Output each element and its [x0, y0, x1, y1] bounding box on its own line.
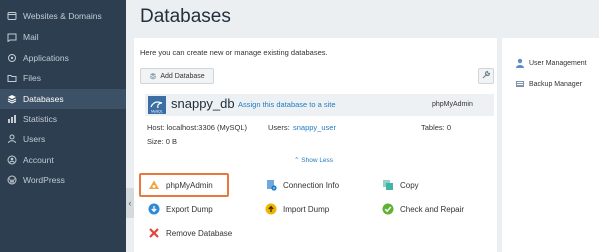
check-repair-action[interactable]: Check and Repair — [382, 201, 464, 217]
sidebar-item-websites-domains[interactable]: Websites & Domains — [0, 6, 126, 26]
import-dump-action[interactable]: Import Dump — [265, 201, 329, 217]
folder-icon — [7, 73, 17, 83]
add-database-label: Add Database — [160, 72, 205, 80]
add-database-button[interactable]: Add Database — [140, 68, 214, 84]
mysql-logo-icon: MySQL — [148, 96, 166, 114]
sidebar-item-account[interactable]: Account — [0, 150, 126, 170]
db-users-label: Users: — [268, 123, 290, 132]
db-host: Host: localhost:3306 (MySQL) — [147, 123, 248, 132]
db-users-link[interactable]: snappy_user — [293, 123, 336, 132]
user-management-icon — [515, 58, 525, 68]
add-database-icon — [149, 72, 157, 80]
sidebar-collapse-handle[interactable]: ‹ — [126, 188, 134, 218]
db-tables: Tables: 0 — [421, 123, 452, 132]
database-icon — [7, 94, 17, 104]
phpmyadmin-action-label: phpMyAdmin — [166, 180, 213, 190]
db-size: Size: 0 B — [147, 137, 178, 146]
copy-icon — [382, 179, 394, 191]
show-less-link[interactable]: ⌃ Show Less — [294, 156, 333, 164]
sidebar-item-label: WordPress — [23, 175, 65, 185]
sidebar-item-label: Databases — [23, 94, 64, 104]
account-icon — [7, 155, 17, 165]
sidebar-item-databases[interactable]: Databases — [0, 89, 126, 109]
remove-database-label: Remove Database — [166, 228, 233, 238]
sidebar-item-label: Statistics — [23, 114, 58, 124]
backup-manager-link[interactable]: Backup Manager — [515, 79, 582, 89]
sidebar-item-wordpress[interactable]: WordPress — [0, 170, 126, 190]
phpmyadmin-header-link[interactable]: phpMyAdmin — [432, 101, 473, 108]
sidebar-item-label: Applications — [23, 53, 69, 63]
check-icon — [382, 203, 394, 215]
connection-info-label: Connection Info — [283, 180, 340, 190]
check-repair-label: Check and Repair — [400, 204, 465, 214]
sidebar-item-label: Files — [23, 73, 41, 83]
sidebar-item-files[interactable]: Files — [0, 68, 126, 88]
export-dump-label: Export Dump — [166, 204, 213, 214]
wordpress-icon — [7, 175, 17, 185]
mail-icon — [7, 32, 17, 42]
connection-info-action[interactable]: Connection Info — [265, 177, 339, 193]
sidebar-item-mail[interactable]: Mail — [0, 27, 126, 47]
tools-button[interactable] — [478, 68, 494, 84]
user-management-link[interactable]: User Management — [515, 58, 587, 68]
import-icon — [265, 203, 277, 215]
sidebar-item-label: Websites & Domains — [23, 11, 102, 21]
sidebar-item-users[interactable]: Users — [0, 129, 126, 149]
remove-database-action[interactable]: Remove Database — [148, 225, 232, 241]
db-name: snappy_db — [171, 96, 235, 111]
backup-manager-icon — [515, 79, 525, 89]
remove-icon — [148, 227, 160, 239]
sidebar-item-label: Account — [23, 155, 54, 165]
user-management-label: User Management — [529, 59, 587, 67]
sidebar-item-label: Mail — [23, 32, 39, 42]
phpmyadmin-action[interactable]: phpMyAdmin — [148, 177, 213, 193]
globe-icon — [7, 11, 17, 21]
sidebar-item-applications[interactable]: Applications — [0, 48, 126, 68]
side-panel — [502, 38, 599, 252]
connection-info-icon — [265, 179, 277, 191]
sidebar-item-label: Users — [23, 134, 46, 144]
wrench-icon — [481, 67, 491, 85]
export-icon — [148, 203, 160, 215]
import-dump-label: Import Dump — [283, 204, 330, 214]
page-title: Databases — [140, 6, 231, 27]
intro-text: Here you can create new or manage existi… — [140, 48, 328, 57]
copy-label: Copy — [400, 180, 419, 190]
phpmyadmin-icon — [148, 179, 160, 191]
applications-icon — [7, 53, 17, 63]
copy-action[interactable]: Copy — [382, 177, 419, 193]
statistics-icon — [7, 114, 17, 124]
user-icon — [7, 134, 17, 144]
assign-to-site-link[interactable]: Assign this database to a site — [238, 100, 336, 109]
svg-text:MySQL: MySQL — [151, 110, 163, 114]
sidebar-item-statistics[interactable]: Statistics — [0, 109, 126, 129]
backup-manager-label: Backup Manager — [529, 80, 582, 88]
export-dump-action[interactable]: Export Dump — [148, 201, 213, 217]
